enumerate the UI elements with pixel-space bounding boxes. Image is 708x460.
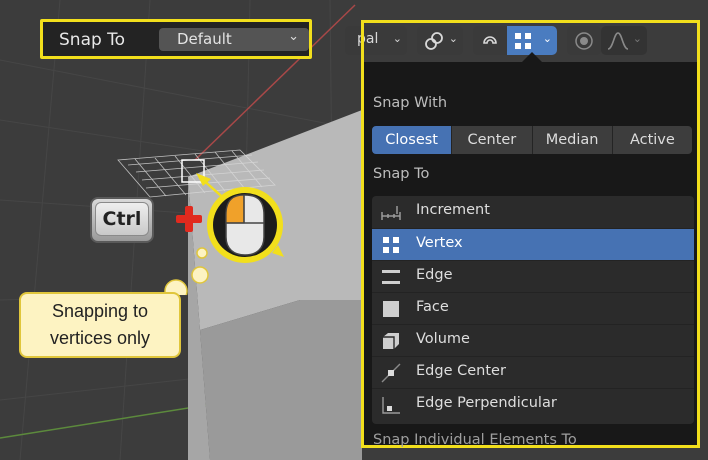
edge-perpendicular-icon [382,397,400,414]
snap-to-list: Increment Vertex Edge Face Volume Edge C… [372,196,694,424]
snap-individual-elements-title: Snap Individual Elements To [373,432,577,448]
snap-to-item-label: Edge Center [416,363,506,379]
snap-to-item-label: Increment [416,202,490,218]
snap-with-center[interactable]: Center [452,126,533,154]
volume-icon [383,333,399,349]
callout-line-1: Snapping to [51,301,149,321]
annotation-callout: Snapping to vertices only [19,292,181,358]
snap-to-item-label: Volume [416,331,470,347]
callout-line-2: vertices only [49,328,151,348]
snap-to-item-face[interactable]: Face [372,292,694,324]
snap-to-item-label: Face [416,299,449,315]
snap-to-item-label: Edge Perpendicular [416,395,557,411]
snap-to-dropdown[interactable]: Default ⌄ [159,28,309,51]
snap-to-item-edge-perpendicular[interactable]: Edge Perpendicular [372,388,694,420]
snap-to-bar: Snap To Default ⌄ [40,19,312,59]
snap-to-item-edge-center[interactable]: Edge Center [372,356,694,388]
snap-to-item-volume[interactable]: Volume [372,324,694,356]
snap-to-item-label: Edge [416,267,453,283]
ctrl-key-label: Ctrl [102,208,142,230]
face-icon [383,301,399,317]
snap-to-item-vertex[interactable]: Vertex [372,228,694,260]
edge-icon [382,270,400,284]
ctrl-key-graphic: Ctrl [90,197,154,243]
edge-center-icon [381,363,401,383]
vertex-icon [383,237,399,253]
snap-to-item-increment[interactable]: Increment [372,196,694,228]
increment-icon [381,206,401,220]
mouse-click-badge [164,187,284,295]
snap-to-item-label: Vertex [416,235,463,251]
thought-bubble-small [196,247,208,259]
snap-to-item-edge[interactable]: Edge [372,260,694,292]
thought-bubble-medium [191,266,209,284]
snap-with-segmented-control: Closest Center Median Active [372,126,692,154]
snap-with-closest[interactable]: Closest [372,126,453,154]
tutorial-screenshot: Snap To Default ⌄ pal ⌄ ⌄ ⌄ ⌄ Snap With … [0,0,708,460]
chevron-down-icon: ⌄ [288,29,299,44]
snap-to-title: Snap To [373,166,430,182]
snap-to-value: Default [177,30,232,48]
snap-to-label: Snap To [59,30,126,50]
snap-with-title: Snap With [373,95,448,111]
snap-with-median[interactable]: Median [532,126,613,154]
snap-with-active[interactable]: Active [612,126,692,154]
